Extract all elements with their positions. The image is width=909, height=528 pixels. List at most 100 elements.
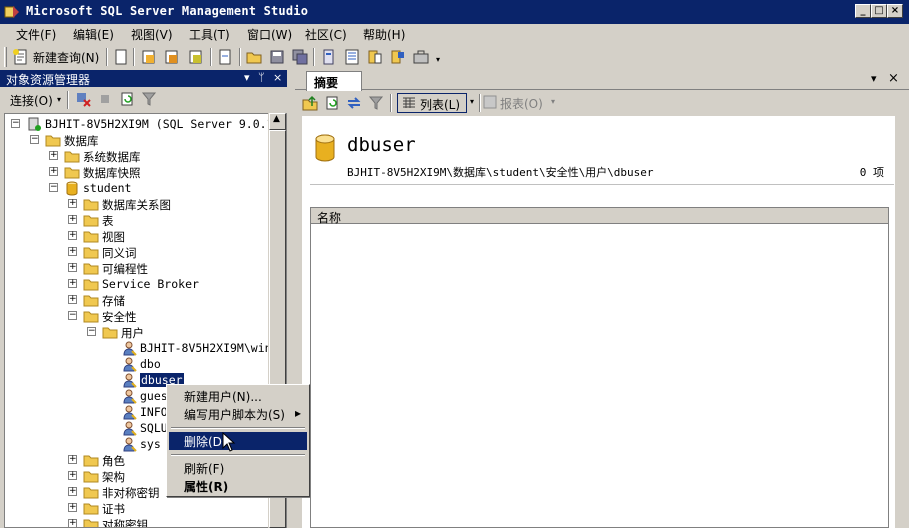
stop-icon[interactable] xyxy=(96,90,114,108)
report-dropdown-icon[interactable]: ▾ xyxy=(551,97,555,106)
registered-servers-icon[interactable] xyxy=(320,48,338,66)
refresh-icon[interactable] xyxy=(118,90,136,108)
save-icon[interactable] xyxy=(268,48,286,66)
new-file-icon[interactable] xyxy=(112,48,130,66)
tree-node[interactable]: BJHIT-8V5H2XI9M\winus xyxy=(5,340,285,356)
column-header-name[interactable]: 名称 xyxy=(311,208,888,225)
tree-node[interactable]: dbo xyxy=(5,356,269,372)
xmla-query-icon[interactable] xyxy=(216,48,234,66)
collapse-icon[interactable]: − xyxy=(11,119,20,128)
panel-close-button[interactable]: × xyxy=(273,71,282,84)
close-button[interactable]: × xyxy=(887,4,903,18)
menu-view[interactable]: 视图(V) xyxy=(131,26,173,43)
expand-icon[interactable]: + xyxy=(68,231,77,240)
scroll-up-button[interactable]: ▲ xyxy=(269,113,286,130)
properties-window-icon[interactable] xyxy=(389,48,407,66)
tab-summary[interactable]: 摘要 xyxy=(306,71,362,91)
expand-icon[interactable]: + xyxy=(68,503,77,512)
expand-icon[interactable]: + xyxy=(68,295,77,304)
tree-node[interactable]: + 可编程性 xyxy=(5,260,269,276)
tree-node-label: 数据库关系图 xyxy=(102,198,171,212)
tree-node[interactable]: + 同义词 xyxy=(5,244,269,260)
menu-edit[interactable]: 编辑(E) xyxy=(73,26,114,43)
tree-node[interactable]: + 表 xyxy=(5,212,269,228)
expand-icon[interactable]: + xyxy=(68,215,77,224)
sync-icon[interactable] xyxy=(345,94,363,112)
summary-list-view[interactable]: 名称 xyxy=(310,207,889,528)
tree-node[interactable]: + 系统数据库 xyxy=(5,148,269,164)
tree-node[interactable]: − student xyxy=(5,180,269,196)
tree-node-label: 存储 xyxy=(102,294,125,308)
menu-new-user[interactable]: 新建用户(N)... xyxy=(169,387,307,405)
list-view-dropdown-icon[interactable]: ▾ xyxy=(470,97,474,106)
new-query-button[interactable]: 新建查询(N) xyxy=(33,49,99,66)
tree-node[interactable]: + Service Broker xyxy=(5,276,269,292)
menu-community[interactable]: 社区(C) xyxy=(305,26,347,43)
database-engine-query-icon[interactable] xyxy=(140,48,158,66)
expand-icon[interactable]: + xyxy=(68,519,77,527)
menu-properties[interactable]: 属性(R) xyxy=(169,477,307,495)
save-all-icon[interactable] xyxy=(291,48,309,66)
folder-icon xyxy=(83,215,99,227)
maximize-button[interactable]: □ xyxy=(871,4,887,18)
tree-node[interactable]: + 证书 xyxy=(5,500,269,516)
menu-script-user-as[interactable]: 编写用户脚本为(S) ▸ xyxy=(169,405,307,423)
menu-tools[interactable]: 工具(T) xyxy=(189,26,230,43)
tree-node-label: 对称密钥 xyxy=(102,518,148,528)
tree-node[interactable]: + 视图 xyxy=(5,228,269,244)
report-button[interactable]: 报表(O) xyxy=(500,95,543,112)
tree-node-label: 视图 xyxy=(102,230,125,244)
connect-button[interactable]: 连接(O) xyxy=(10,92,53,109)
toolbar-overflow-icon[interactable]: ▾ xyxy=(436,55,440,64)
tree-node[interactable]: − 用户 xyxy=(5,324,269,340)
mdx-query-icon[interactable] xyxy=(187,48,205,66)
menu-help[interactable]: 帮助(H) xyxy=(363,26,405,43)
expand-icon[interactable]: + xyxy=(49,151,58,160)
analysis-query-icon[interactable] xyxy=(163,48,181,66)
menu-window[interactable]: 窗口(W) xyxy=(247,26,292,43)
collapse-icon[interactable]: − xyxy=(68,311,77,320)
tree-node-label: 同义词 xyxy=(102,246,137,260)
tree-node[interactable]: − 安全性 xyxy=(5,308,269,324)
auto-hide-pin-icon[interactable]: ᛘ xyxy=(258,71,265,84)
menu-delete[interactable]: 删除(D) xyxy=(169,432,307,450)
connect-dropdown-icon[interactable]: ▾ xyxy=(57,95,61,104)
menu-refresh[interactable]: 刷新(F) xyxy=(169,459,307,477)
database-cylinder-icon xyxy=(315,134,335,162)
collapse-icon[interactable]: − xyxy=(49,183,58,192)
summary-filter-icon[interactable] xyxy=(367,94,385,112)
collapse-icon[interactable]: − xyxy=(30,135,39,144)
expand-icon[interactable]: + xyxy=(68,247,77,256)
refresh-summary-icon[interactable] xyxy=(323,94,341,112)
tree-node[interactable]: + 数据库快照 xyxy=(5,164,269,180)
tab-list-dropdown[interactable]: ▾ xyxy=(871,72,877,85)
minimize-button[interactable]: _ xyxy=(855,4,871,18)
tree-node[interactable]: + 对称密钥 xyxy=(5,516,269,528)
filter-icon[interactable] xyxy=(140,90,158,108)
object-explorer-icon[interactable] xyxy=(343,48,361,66)
collapse-icon[interactable]: − xyxy=(87,327,96,336)
toolbox-icon[interactable] xyxy=(412,48,430,66)
template-explorer-icon[interactable] xyxy=(366,48,384,66)
open-file-icon[interactable] xyxy=(245,48,263,66)
menu-file[interactable]: 文件(F) xyxy=(16,26,56,43)
menu-refresh-label: 刷新(F) xyxy=(184,462,225,476)
toolbar-grip[interactable] xyxy=(4,47,7,67)
expand-icon[interactable]: + xyxy=(68,263,77,272)
expand-icon[interactable]: + xyxy=(68,199,77,208)
expand-icon[interactable]: + xyxy=(49,167,58,176)
list-view-button[interactable]: 列表(L) xyxy=(397,93,467,113)
tree-node[interactable]: + 数据库关系图 xyxy=(5,196,269,212)
expand-icon[interactable]: + xyxy=(68,487,77,496)
expand-icon[interactable]: + xyxy=(68,279,77,288)
tree-node[interactable]: + 存储 xyxy=(5,292,269,308)
tree-node[interactable]: − BJHIT-8V5H2XI9M (SQL Server 9.0.1399 xyxy=(5,116,286,132)
up-level-icon[interactable] xyxy=(301,94,319,112)
expand-icon[interactable]: + xyxy=(68,471,77,480)
tab-close-button[interactable]: × xyxy=(888,71,899,86)
menu-separator xyxy=(171,454,305,456)
window-position-dropdown[interactable]: ▾ xyxy=(244,71,250,84)
disconnect-icon[interactable] xyxy=(74,90,92,108)
tree-node[interactable]: − 数据库 xyxy=(5,132,269,148)
expand-icon[interactable]: + xyxy=(68,455,77,464)
